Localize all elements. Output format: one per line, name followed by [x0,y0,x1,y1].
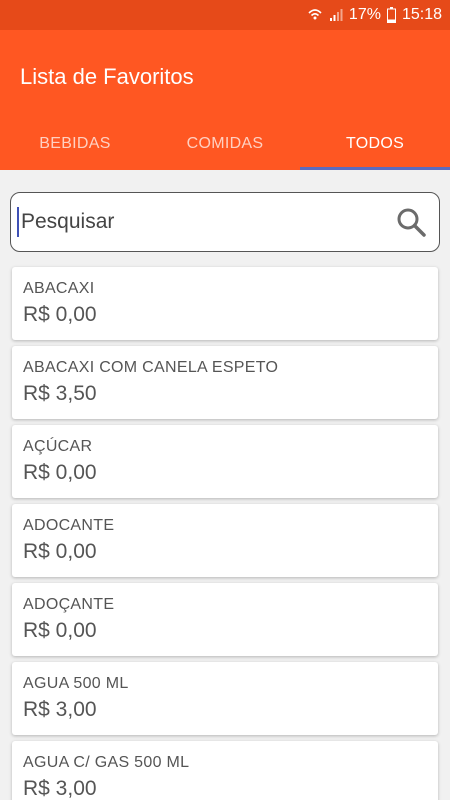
tab-comidas[interactable]: COMIDAS [150,118,300,170]
item-price: R$ 3,00 [23,777,97,800]
item-price: R$ 0,00 [23,619,97,642]
list-item[interactable]: ADOÇANTE R$ 0,00 [12,583,438,656]
app-bar: Lista de Favoritos BEBIDAS COMIDAS TODOS [0,30,450,170]
favorites-list: ABACAXI R$ 0,00 ABACAXI COM CANELA ESPET… [12,267,438,800]
list-item[interactable]: AÇÚCAR R$ 0,00 [12,425,438,498]
list-item[interactable]: ABACAXI R$ 0,00 [12,267,438,340]
item-name: ABACAXI [23,280,95,297]
status-bar: 17% 15:18 [0,0,450,30]
battery-percent: 17% [348,6,381,23]
item-name: AGUA C/ GAS 500 ML [23,754,190,771]
page-title: Lista de Favoritos [20,64,194,89]
search-input[interactable] [19,202,391,242]
tab-bar: BEBIDAS COMIDAS TODOS [0,118,450,170]
battery-icon [386,7,396,23]
item-price: R$ 0,00 [23,540,97,563]
list-item[interactable]: ABACAXI COM CANELA ESPETO R$ 3,50 [12,346,438,419]
signal-icon [329,8,343,22]
item-name: ABACAXI COM CANELA ESPETO [23,359,279,376]
tab-bebidas[interactable]: BEBIDAS [0,118,150,170]
list-item[interactable]: AGUA 500 ML R$ 3,00 [12,662,438,735]
item-price: R$ 3,00 [23,698,97,721]
tab-todos[interactable]: TODOS [300,118,450,170]
clock: 15:18 [401,6,442,23]
item-name: AÇÚCAR [23,438,93,455]
item-price: R$ 0,00 [23,303,97,326]
wifi-calling-icon [307,7,323,23]
list-item[interactable]: AGUA C/ GAS 500 ML R$ 3,00 [12,741,438,800]
item-price: R$ 0,00 [23,461,97,484]
search-icon[interactable] [391,202,431,242]
item-price: R$ 3,50 [23,382,97,405]
list-item[interactable]: ADOCANTE R$ 0,00 [12,504,438,577]
item-name: AGUA 500 ML [23,675,129,692]
item-name: ADOCANTE [23,517,115,534]
search-box[interactable] [10,192,440,252]
item-name: ADOÇANTE [23,596,115,613]
